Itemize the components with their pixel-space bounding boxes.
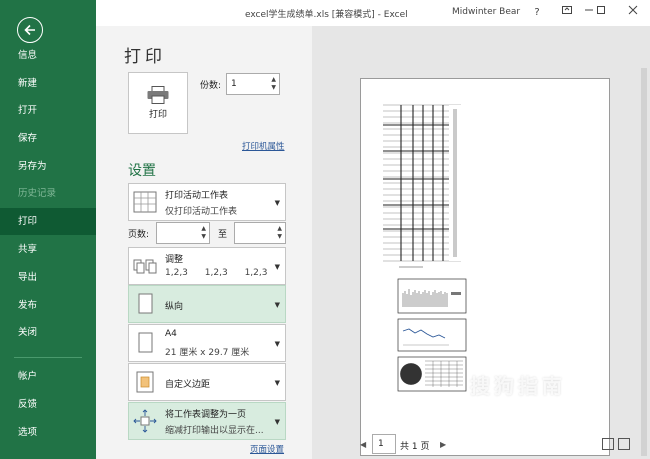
- nav-info[interactable]: 信息: [0, 42, 96, 69]
- chevron-down-icon: ▼: [274, 263, 280, 271]
- total-pages: 共 1 页: [400, 442, 430, 452]
- ribbon-display-icon: [562, 6, 572, 14]
- scrollbar-thumb[interactable]: [641, 68, 647, 456]
- printer-icon: [147, 86, 169, 104]
- preview-scrollbar[interactable]: [640, 46, 648, 456]
- print-what-title: 打印活动工作表: [165, 191, 229, 201]
- back-button[interactable]: [17, 17, 43, 43]
- nav-save-as[interactable]: 另存为: [0, 153, 96, 180]
- portrait-page-icon: [138, 293, 153, 314]
- current-page-input[interactable]: 1: [372, 434, 396, 454]
- paper-size-title: A4: [165, 329, 177, 339]
- scaling-title: 将工作表调整为一页: [165, 410, 247, 420]
- spin-arrows-icon[interactable]: ▲ ▼: [271, 76, 276, 92]
- user-name[interactable]: Midwinter Bear: [452, 7, 520, 17]
- paper-size-icon: [138, 332, 153, 353]
- orientation-value: 纵向: [165, 302, 184, 312]
- scaling-subtitle: 缩减打印输出以显示在...: [165, 426, 264, 436]
- nav-history: 历史记录: [18, 188, 57, 199]
- nav-account[interactable]: 帐户: [0, 363, 96, 390]
- fit-sheet-icon: [133, 409, 157, 433]
- print-button[interactable]: 打印: [128, 72, 188, 134]
- previous-page-icon[interactable]: ◀: [360, 440, 366, 449]
- copies-value: 1: [231, 79, 237, 89]
- active-sheet-icon: [133, 191, 157, 213]
- pages-to-stepper[interactable]: ▲ ▼: [234, 222, 286, 244]
- print-what-dropdown[interactable]: 打印活动工作表 仅打印活动工作表 ▼: [128, 183, 286, 221]
- next-page-icon[interactable]: ▶: [440, 440, 446, 449]
- nav-new[interactable]: 新建: [0, 70, 96, 97]
- help-button[interactable]: ?: [528, 4, 546, 22]
- nav-close[interactable]: 关闭: [0, 319, 96, 346]
- nav-publish[interactable]: 发布: [0, 292, 96, 319]
- chevron-down-icon: ▼: [274, 379, 280, 387]
- margins-value: 自定义边距: [165, 380, 211, 390]
- preview-page: [360, 78, 610, 456]
- show-margins-icon[interactable]: [602, 438, 614, 450]
- zoom-to-page-icon[interactable]: [618, 438, 630, 450]
- backstage-nav: 信息 新建 打开 保存 另存为 历史记录 打印 共享 导出 发布 关闭 帐户 反…: [0, 0, 96, 459]
- scaling-dropdown[interactable]: 将工作表调整为一页 缩减打印输出以显示在... ▼: [128, 402, 286, 440]
- collate-title: 调整: [165, 255, 184, 265]
- document-title: excel学生成绩单.xls [兼容模式] - Excel: [245, 10, 408, 20]
- close-window-button[interactable]: [624, 4, 642, 22]
- pages-from-stepper[interactable]: ▲ ▼: [156, 222, 210, 244]
- print-button-label: 打印: [148, 110, 167, 120]
- watermark: 搜狗指南: [470, 374, 566, 398]
- chevron-down-icon: ▼: [274, 340, 280, 348]
- close-icon: [628, 5, 638, 15]
- collate-value: 1,2,3: [244, 268, 268, 278]
- title-bar: excel学生成绩单.xls [兼容模式] - Excel Midwinter …: [96, 0, 650, 26]
- nav-export[interactable]: 导出: [0, 264, 96, 291]
- nav-save[interactable]: 保存: [0, 125, 96, 152]
- page-title: 打印: [124, 47, 166, 67]
- printer-properties-link[interactable]: 打印机属性: [242, 140, 285, 152]
- orientation-dropdown[interactable]: 纵向 ▼: [128, 285, 286, 323]
- spin-arrows-icon[interactable]: ▲ ▼: [201, 225, 206, 241]
- copies-stepper[interactable]: 1 ▲ ▼: [226, 73, 280, 95]
- collate-dropdown[interactable]: 调整 1,2,3 1,2,3 1,2,3 ▼: [128, 247, 286, 285]
- nav-feedback[interactable]: 反馈: [0, 391, 96, 418]
- spin-arrows-icon[interactable]: ▲ ▼: [277, 225, 282, 241]
- paper-size-subtitle: 21 厘米 x 29.7 厘米: [165, 348, 250, 358]
- back-arrow-icon: [24, 24, 35, 36]
- print-what-subtitle: 仅打印活动工作表: [165, 207, 238, 217]
- pages-label: 页数:: [128, 230, 150, 240]
- print-settings-panel: 打印 打印 份数: 1 ▲ ▼ 打印机属性 设置 打印活动工作表 仅打印活动工作表…: [96, 26, 403, 459]
- pages-to-label: 至: [218, 230, 228, 240]
- nav-print[interactable]: 打印: [0, 208, 96, 235]
- sheet-thumbnail: [383, 104, 467, 392]
- copies-label: 份数:: [200, 81, 222, 91]
- collate-values: 1,2,3 1,2,3 1,2,3: [165, 268, 281, 278]
- collate-value: 1,2,3: [204, 268, 228, 278]
- maximize-button[interactable]: [592, 4, 610, 22]
- custom-margins-icon: [136, 371, 154, 393]
- excel-backstage-print: 信息 新建 打开 保存 另存为 历史记录 打印 共享 导出 发布 关闭 帐户 反…: [0, 0, 650, 459]
- collate-icon: [133, 259, 157, 274]
- nav-options[interactable]: 选项: [0, 419, 96, 446]
- chevron-down-icon: ▼: [274, 301, 280, 309]
- paper-size-dropdown[interactable]: A4 21 厘米 x 29.7 厘米 ▼: [128, 324, 286, 362]
- nav-divider: [14, 357, 82, 358]
- settings-heading: 设置: [128, 163, 156, 179]
- chevron-down-icon: ▼: [274, 199, 280, 207]
- maximize-icon: [597, 6, 605, 14]
- collate-value: 1,2,3: [165, 268, 188, 278]
- nav-share[interactable]: 共享: [0, 236, 96, 263]
- page-setup-link[interactable]: 页面设置: [250, 443, 284, 455]
- ribbon-display-button[interactable]: [558, 4, 576, 22]
- margins-dropdown[interactable]: 自定义边距 ▼: [128, 363, 286, 401]
- nav-open[interactable]: 打开: [0, 97, 96, 124]
- chevron-down-icon: ▼: [274, 418, 280, 426]
